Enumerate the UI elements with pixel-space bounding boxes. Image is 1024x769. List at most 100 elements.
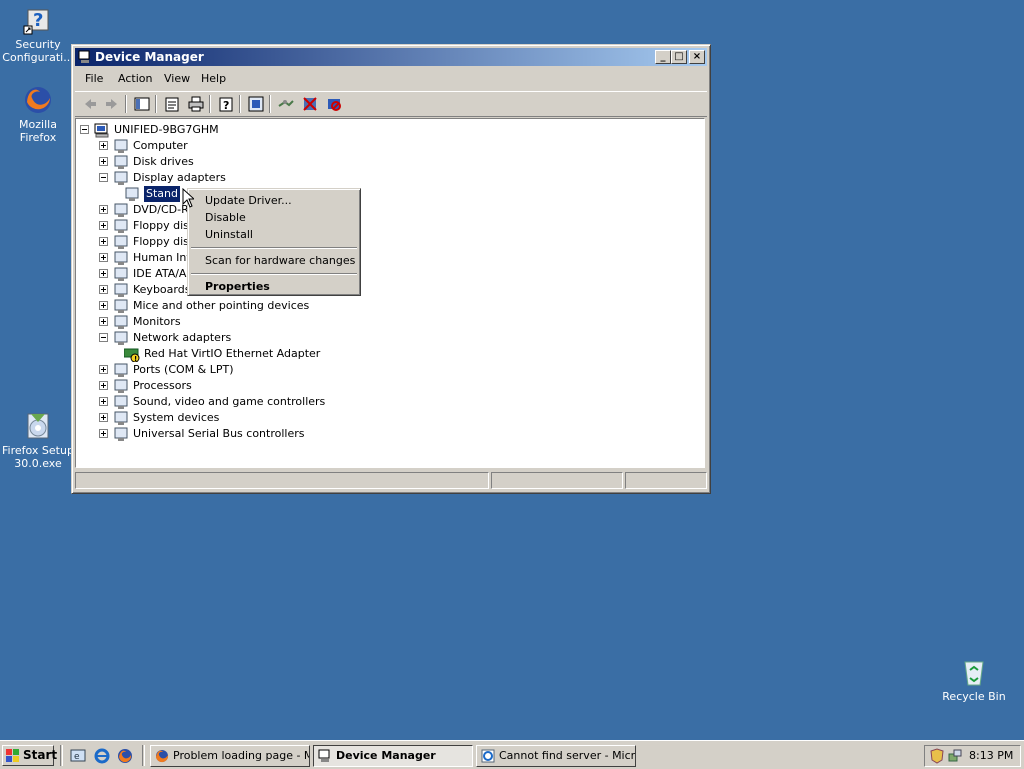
- show-desktop-icon[interactable]: e: [70, 748, 86, 764]
- usb-icon: [113, 426, 129, 442]
- desktop-icon-security-configuration[interactable]: ? Security Configurati...: [0, 4, 76, 64]
- menu-file[interactable]: File: [85, 72, 103, 85]
- start-button[interactable]: Start: [2, 745, 58, 766]
- expand-icon[interactable]: [99, 365, 108, 374]
- expand-icon[interactable]: [99, 157, 108, 166]
- device-tree[interactable]: UNIFIED-9BG7GHM Computer Disk drives Displa…: [75, 118, 705, 468]
- scan-hardware-icon[interactable]: [277, 95, 295, 113]
- expand-icon[interactable]: [99, 413, 108, 422]
- task-device-manager[interactable]: Device Manager: [313, 745, 473, 767]
- desktop-icon-label: Firefox Setup 30.0.exe: [2, 444, 74, 470]
- internet-explorer-icon: [481, 749, 495, 763]
- expand-icon[interactable]: [99, 253, 108, 262]
- tree-category[interactable]: Sound, video and game controllers: [99, 394, 696, 410]
- floppy-controller-icon: [113, 234, 129, 250]
- disable-icon[interactable]: [325, 95, 343, 113]
- tree-category[interactable]: System devices: [99, 410, 696, 426]
- title-bar[interactable]: Device Manager _ □ ×: [75, 48, 707, 66]
- desktop-icon-mozilla-firefox[interactable]: Mozilla Firefox: [0, 84, 76, 144]
- task-problem-loading-page[interactable]: Problem loading page - M...: [150, 745, 310, 767]
- menu-item-uninstall[interactable]: Uninstall: [205, 227, 253, 243]
- menu-separator: [191, 247, 357, 249]
- help-icon[interactable]: ?: [217, 95, 235, 113]
- computer-root-icon: [94, 122, 110, 138]
- expand-icon[interactable]: [99, 269, 108, 278]
- desktop-icon-recycle-bin[interactable]: Recycle Bin: [936, 656, 1012, 703]
- tree-item-label: Computer: [133, 139, 188, 152]
- tree-category[interactable]: Disk drives: [99, 154, 696, 170]
- tree-item-label: DVD/CD-R: [133, 203, 189, 216]
- firefox-quicklaunch-icon[interactable]: [117, 748, 133, 764]
- expand-icon[interactable]: [99, 221, 108, 230]
- tree-category[interactable]: Processors: [99, 378, 696, 394]
- update-driver-icon[interactable]: [247, 95, 265, 113]
- expand-icon[interactable]: [99, 285, 108, 294]
- menu-view[interactable]: View: [164, 72, 190, 85]
- status-panel: [625, 472, 707, 489]
- dvd-icon: [113, 202, 129, 218]
- close-button[interactable]: ×: [689, 50, 705, 64]
- maximize-button[interactable]: □: [671, 50, 687, 64]
- sound-icon: [113, 394, 129, 410]
- task-label: Problem loading page - M...: [173, 749, 310, 762]
- status-bar: [75, 472, 707, 490]
- tree-category[interactable]: Display adapters: [99, 170, 696, 186]
- toolbar-separator: [125, 95, 127, 113]
- menu-help[interactable]: Help: [201, 72, 226, 85]
- menu-separator: [191, 273, 357, 275]
- tree-category[interactable]: Mice and other pointing devices: [99, 298, 696, 314]
- device-manager-icon: [78, 50, 92, 64]
- tree-category[interactable]: Ports (COM & LPT): [99, 362, 696, 378]
- toolbar: ?: [75, 91, 707, 117]
- svg-text:!: !: [134, 355, 137, 362]
- tree-item-label: Stand: [144, 186, 180, 202]
- minimize-button[interactable]: _: [655, 50, 671, 64]
- show-hide-console-tree-icon[interactable]: [133, 95, 151, 113]
- processor-icon: [113, 378, 129, 394]
- task-cannot-find-server[interactable]: Cannot find server - Micr...: [476, 745, 636, 767]
- menu-item-properties[interactable]: Properties: [205, 279, 270, 295]
- mouse-cursor-icon: [182, 187, 196, 208]
- expand-icon[interactable]: [99, 301, 108, 310]
- tree-item-label: Floppy disk: [133, 219, 196, 232]
- tree-category[interactable]: Universal Serial Bus controllers: [99, 426, 696, 442]
- tree-category[interactable]: Monitors: [99, 314, 696, 330]
- expand-icon[interactable]: [99, 237, 108, 246]
- internet-explorer-icon[interactable]: [94, 748, 110, 764]
- tree-item-label: Network adapters: [133, 331, 232, 344]
- tree-child-item[interactable]: ! Red Hat VirtIO Ethernet Adapter: [122, 346, 696, 363]
- menu-item-update-driver[interactable]: Update Driver...: [205, 193, 292, 209]
- collapse-icon[interactable]: [80, 125, 89, 134]
- tree-category[interactable]: Computer: [99, 138, 696, 154]
- desktop-icon-firefox-setup[interactable]: Firefox Setup 30.0.exe: [0, 410, 76, 470]
- print-icon[interactable]: [187, 95, 205, 113]
- start-label: Start: [23, 748, 58, 762]
- expand-icon[interactable]: [99, 317, 108, 326]
- expand-icon[interactable]: [99, 397, 108, 406]
- expand-icon[interactable]: [99, 141, 108, 150]
- tree-item-label: Ports (COM & LPT): [133, 363, 234, 376]
- collapse-icon[interactable]: [99, 173, 108, 182]
- network-tray-icon[interactable]: [947, 748, 963, 764]
- back-icon[interactable]: [81, 95, 99, 113]
- firefox-icon: [155, 749, 169, 763]
- disk-drive-icon: [113, 154, 129, 170]
- forward-icon[interactable]: [103, 95, 121, 113]
- taskbar: Start e Problem loading page - M... Devi…: [0, 740, 1024, 769]
- uninstall-icon[interactable]: [301, 95, 319, 113]
- windows-logo-icon: [6, 749, 20, 763]
- collapse-icon[interactable]: [99, 333, 108, 342]
- security-tray-icon[interactable]: [929, 748, 945, 764]
- recycle-bin-icon: [958, 656, 990, 688]
- system-tray: 8:13 PM: [924, 745, 1021, 767]
- menu-item-disable[interactable]: Disable: [205, 210, 246, 226]
- properties-icon[interactable]: [163, 95, 181, 113]
- expand-icon[interactable]: [99, 381, 108, 390]
- tree-root[interactable]: UNIFIED-9BG7GHM: [80, 122, 696, 138]
- tree-item-label: Keyboards: [133, 283, 191, 296]
- menu-action[interactable]: Action: [118, 72, 152, 85]
- menu-item-scan-hardware-changes[interactable]: Scan for hardware changes: [205, 253, 355, 269]
- tree-category[interactable]: Network adapters: [99, 330, 696, 346]
- expand-icon[interactable]: [99, 429, 108, 438]
- expand-icon[interactable]: [99, 205, 108, 214]
